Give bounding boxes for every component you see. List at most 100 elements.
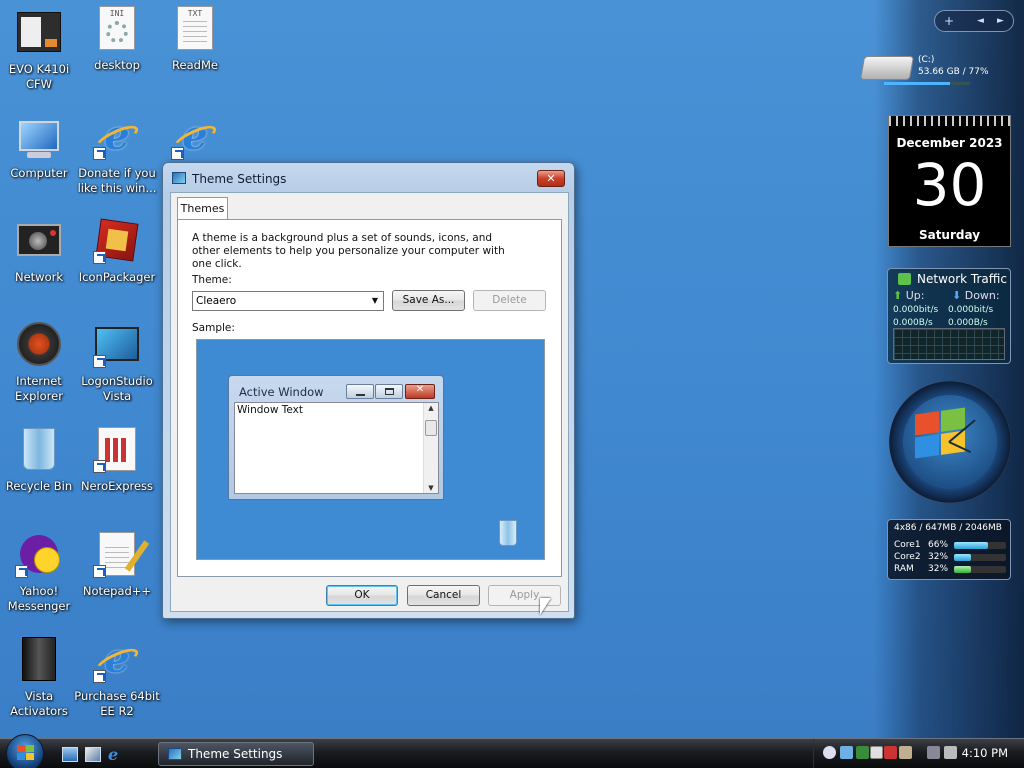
shortcut-arrow-icon [93,147,106,160]
logonstudio-icon [93,320,141,368]
display-settings-icon [168,748,182,760]
display-settings-icon [172,172,186,184]
desktop-icon-label: desktop [94,58,140,72]
desktop-icon-label: LogonStudio Vista [81,374,153,403]
maximize-icon [375,384,403,399]
sysmon-row-ram: RAM 32% [894,564,1006,575]
desktop-icon-network[interactable]: Network [0,214,78,310]
sample-window-text: Window Text [237,404,303,416]
desktop-icon-label: ReadMe [172,58,218,72]
yahoo-messenger-icon [15,530,63,578]
close-button[interactable]: ✕ [537,170,565,187]
sample-window-title: Active Window [239,385,324,399]
people-tray-icon[interactable] [840,746,853,759]
desktop-icon-recycle-bin[interactable]: Recycle Bin [0,423,78,519]
desktop-icon-notepadpp[interactable]: Notepad++ [78,528,156,624]
add-gadget-button[interactable]: + [944,14,954,28]
taskbar: e Theme Settings 4:10 PM [0,734,1024,768]
ie-icon: e [92,112,142,160]
desktop-icon-internet-explorer[interactable]: Internet Explorer [0,318,78,414]
sysmon-row-core1: Core1 66% [894,540,1006,551]
dialog-body: Themes A theme is a background plus a se… [170,192,569,612]
taskbar-button-theme-settings[interactable]: Theme Settings [158,742,314,766]
arrow-down-icon: ⬇ [952,289,962,302]
theme-dropdown[interactable]: Cleaero ▼ [192,291,384,311]
cancel-button[interactable]: Cancel [407,585,480,606]
network-traffic-gadget[interactable]: Network Traffic ⬆ Up: ⬇ Down: 0.000bit/s… [887,268,1011,364]
theme-dropdown-value: Cleaero [196,295,237,307]
desktop-icon-label: EVO K410i CFW [8,62,70,91]
ok-button[interactable]: OK [326,585,398,606]
previous-button[interactable]: ◄ [977,16,984,26]
dialog-titlebar[interactable]: Theme Settings ✕ [163,163,574,193]
save-as-button[interactable]: Save As... [392,290,465,311]
download-bits: 0.000bit/s [948,305,994,315]
nero-icon [93,425,141,473]
desktop-icon-label: Recycle Bin [5,479,73,493]
desktop-icon-neroexpress[interactable]: NeroExpress [78,423,156,519]
iconpackager-icon [93,216,141,264]
shortcut-arrow-icon [93,670,106,683]
computer-icon [15,112,63,160]
themes-tab-panel: A theme is a background plus a set of so… [177,219,562,577]
next-button[interactable]: ► [997,16,1004,26]
network-tray-icon[interactable] [927,746,940,759]
alert-tray-icon[interactable] [884,746,897,759]
chevron-down-icon: ▼ [371,296,379,305]
close-icon: ✕ [405,384,435,399]
calendar-month: December 2023 [896,136,1003,150]
ie-icon: e [92,635,142,683]
sample-window-body: Window Text ▲ ▼ [234,402,439,494]
calendar-day: 30 [912,151,987,219]
desktop: EVO K410i CFW Computer Network Internet … [0,0,1024,738]
desktop-icon-label: Computer [10,166,68,180]
theme-sample-preview: Active Window ✕ Window Text ▲ ▼ [196,339,545,560]
shortcut-arrow-icon [15,565,28,578]
window-tray-icon[interactable] [870,746,883,759]
system-monitor-gadget[interactable]: 4x86 / 647MB / 2046MB Core1 66% Core2 32… [887,519,1011,580]
network-title: Network Traffic [917,272,1007,286]
desktop-icon-logonstudio[interactable]: LogonStudio Vista [78,318,156,414]
desktop-icon-purchase[interactable]: e Purchase 64bit EE R2 [74,633,160,729]
volume-tray-icon[interactable] [944,746,957,759]
show-desktop-icon[interactable] [62,747,78,762]
desktop-icon-yahoo-messenger[interactable]: Yahoo! Messenger [0,528,78,624]
ie-icon[interactable]: e [108,747,124,763]
hard-drive-icon [859,56,915,80]
drive-gadget[interactable]: (C:) 53.66 GB / 77% [859,50,1010,90]
tab-themes[interactable]: Themes [177,197,228,220]
clock-time[interactable]: 4:10 PM [962,746,1008,760]
messenger-tray-icon[interactable] [823,746,836,759]
start-button[interactable] [6,734,44,768]
desktop-icon-evo[interactable]: EVO K410i CFW [0,6,78,102]
desktop-icon-label: Notepad++ [82,584,152,598]
delete-button[interactable]: Delete [473,290,546,311]
desktop-icon-readme[interactable]: TXT ReadMe [156,2,234,98]
security-tray-icon[interactable] [856,746,869,759]
taskbar-button-label: Theme Settings [188,747,283,761]
shortcut-arrow-icon [93,355,106,368]
app-tray-icon[interactable] [899,746,912,759]
calendar-gadget[interactable]: December 2023 30 Saturday [888,115,1011,247]
mouse-cursor-icon [540,598,551,615]
desktop-icon-vista-activators[interactable]: Vista Activators [0,633,78,729]
download-label: ⬇ Down: [952,289,1000,302]
ini-file-icon: INI [93,4,141,52]
desktop-icon-label: Purchase 64bit EE R2 [74,689,160,718]
sample-label: Sample: [192,322,235,334]
theme-description: A theme is a background plus a set of so… [192,232,505,270]
theme-settings-dialog: Theme Settings ✕ Themes A theme is a bac… [162,162,575,619]
ie-alt-icon [15,320,63,368]
desktop-icon-computer[interactable]: Computer [0,110,78,206]
desktop-icon-donate[interactable]: e Donate if you like this win... [78,110,157,206]
switch-windows-icon[interactable] [85,747,101,762]
ie-icon: e [170,112,220,160]
desktop-icon-desktop-ini[interactable]: INI desktop [78,2,156,98]
text-file-icon: TXT [171,4,219,52]
network-icon [898,273,911,285]
desktop-icon-label: Vista Activators [10,689,68,718]
clock-gadget[interactable] [889,381,1011,503]
drive-name: (C:) [918,55,935,65]
desktop-icon-iconpackager[interactable]: IconPackager [78,214,156,310]
sample-active-window: Active Window ✕ Window Text ▲ ▼ [228,375,444,500]
